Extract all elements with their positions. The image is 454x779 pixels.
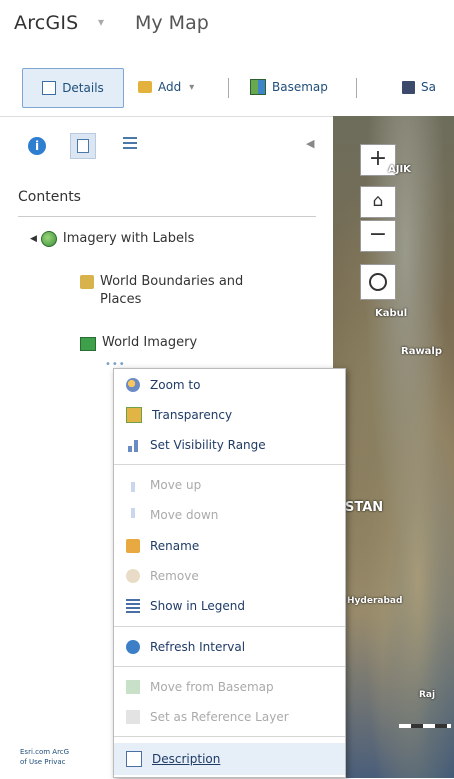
menu-item-label: Move from Basemap: [150, 680, 274, 694]
move-up-icon: [126, 478, 140, 492]
move-from-basemap-icon: [126, 680, 140, 694]
reference-layer-icon: [126, 710, 140, 724]
map-view[interactable]: + ⌂ − AJIK Kabul Rawalp STAN Hyderabad R…: [333, 116, 454, 778]
locate-button[interactable]: [360, 264, 396, 300]
boundaries-layer-icon: [80, 275, 94, 289]
basemap-group-icon: [40, 231, 57, 247]
menu-separator: [114, 464, 345, 465]
legend-tab-icon[interactable]: [123, 137, 137, 153]
menu-item-label: Remove: [150, 569, 199, 583]
rename-icon: [126, 539, 140, 553]
menu-item-show-in-legend[interactable]: Show in Legend: [114, 591, 345, 621]
footer-links: Esri.com ArcG of Use Privac: [20, 747, 69, 767]
details-label: Details: [62, 81, 104, 95]
menu-item-set-visibility-range[interactable]: Set Visibility Range: [114, 430, 345, 460]
layer-world-boundaries[interactable]: World Boundaries and Places: [80, 273, 280, 309]
zoom-out-button[interactable]: −: [360, 220, 396, 252]
brand-dropdown-icon[interactable]: ▾: [98, 15, 104, 29]
map-place-label: Rawalp: [401, 346, 443, 357]
menu-item-move-up: Move up: [114, 470, 345, 500]
map-place-label: Kabul: [375, 308, 408, 319]
map-place-label: STAN: [345, 500, 384, 515]
refresh-icon: [126, 640, 140, 654]
legend-icon: [126, 599, 140, 613]
content-tab-icon[interactable]: [70, 133, 96, 159]
layer-label: Imagery with Labels: [62, 231, 195, 246]
save-icon: [402, 80, 415, 94]
menu-item-label: Set Visibility Range: [150, 438, 266, 452]
toolbar-divider: [228, 78, 229, 98]
zoom-to-icon: [126, 378, 140, 392]
toolbar-divider: [356, 78, 357, 98]
menu-item-zoom-to[interactable]: Zoom to: [114, 370, 345, 400]
info-icon[interactable]: i: [28, 137, 46, 155]
basemap-button[interactable]: Basemap: [246, 68, 354, 106]
save-label: Sa: [421, 80, 436, 94]
menu-item-label: Description: [152, 752, 221, 766]
details-button[interactable]: Details: [22, 68, 124, 108]
menu-item-label: Set as Reference Layer: [150, 710, 289, 724]
menu-item-label: Rename: [150, 539, 200, 553]
app-brand[interactable]: ArcGIS: [14, 12, 78, 34]
menu-separator: [114, 626, 345, 627]
menu-item-label: Show in Legend: [150, 599, 246, 613]
menu-item-label: Zoom to: [150, 378, 201, 392]
basemap-icon: [250, 79, 266, 95]
top-bar: ArcGIS ▾ My Map: [0, 0, 454, 60]
menu-item-transparency[interactable]: Transparency: [114, 400, 345, 430]
collapse-panel-icon[interactable]: ◀: [306, 137, 314, 150]
expand-triangle-icon[interactable]: ◀: [30, 234, 37, 244]
footer-line[interactable]: Esri.com ArcG: [20, 747, 69, 757]
menu-item-move-down: Move down: [114, 500, 345, 530]
add-button[interactable]: Add ▾: [134, 68, 226, 106]
save-button[interactable]: Sa: [400, 68, 454, 106]
footer-line[interactable]: of Use Privac: [20, 757, 69, 767]
layer-label: World Boundaries and Places: [100, 274, 244, 307]
layer-world-imagery[interactable]: World Imagery: [80, 335, 197, 351]
visibility-range-icon: [126, 438, 140, 452]
imagery-layer-icon: [80, 337, 96, 351]
add-label: Add: [158, 80, 182, 94]
transparency-icon: [126, 407, 142, 423]
map-title: My Map: [135, 12, 209, 34]
move-down-icon: [126, 508, 140, 522]
contents-heading: Contents: [18, 189, 81, 205]
add-chevron-down-icon: ▾: [189, 81, 195, 93]
menu-item-refresh-interval[interactable]: Refresh Interval: [114, 632, 345, 662]
layer-context-menu: Zoom to Transparency Set Visibility Rang…: [113, 368, 346, 778]
home-button[interactable]: ⌂: [360, 186, 396, 218]
add-icon: [138, 81, 152, 93]
panel-tabs: i ◀: [0, 117, 333, 173]
toolbar: Details Add ▾ Basemap Sa: [0, 60, 454, 116]
menu-separator: [114, 666, 345, 667]
menu-separator: [114, 736, 345, 737]
basemap-label: Basemap: [272, 80, 328, 94]
menu-item-label: Transparency: [152, 408, 233, 422]
menu-item-move-from-basemap: Move from Basemap: [114, 672, 345, 702]
details-icon: [42, 81, 57, 95]
map-place-label: Raj: [419, 690, 436, 700]
menu-item-label: Refresh Interval: [150, 640, 246, 654]
divider: [18, 216, 316, 217]
layer-label: World Imagery: [102, 335, 198, 350]
map-place-label: Hyderabad: [347, 596, 403, 606]
menu-item-rename[interactable]: Rename: [114, 531, 345, 561]
layer-imagery-with-labels[interactable]: ◀ Imagery with Labels: [30, 231, 194, 247]
map-place-label: AJIK: [388, 164, 411, 175]
menu-item-label: Move down: [150, 508, 219, 522]
remove-icon: [126, 569, 140, 583]
menu-item-remove: Remove: [114, 561, 345, 591]
scale-bar: [399, 724, 451, 728]
menu-item-set-as-reference-layer: Set as Reference Layer: [114, 702, 345, 732]
description-icon: [126, 751, 142, 767]
menu-item-description[interactable]: Description: [114, 743, 345, 775]
menu-item-label: Move up: [150, 478, 202, 492]
